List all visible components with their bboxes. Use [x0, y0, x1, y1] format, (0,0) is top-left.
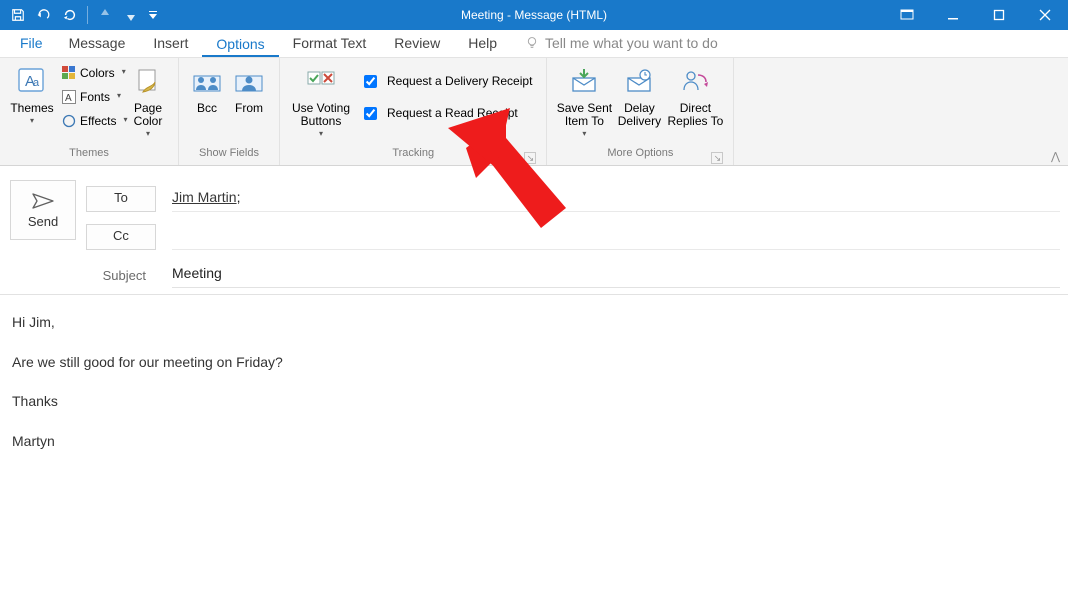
send-button[interactable]: Send	[10, 180, 76, 240]
group-label-more-options: More Options ↘	[555, 147, 725, 165]
window-controls	[884, 0, 1068, 30]
fonts-button[interactable]: A Fonts▾	[60, 86, 122, 108]
colors-button[interactable]: Colors▾	[60, 62, 122, 84]
fonts-label: Fonts	[80, 90, 110, 104]
undo-icon[interactable]	[32, 2, 56, 28]
body-line: Thanks	[12, 392, 1056, 412]
title-bar: Meeting - Message (HTML)	[0, 0, 1068, 30]
page-color-label: Page Color	[134, 102, 163, 128]
tab-message[interactable]: Message	[55, 30, 140, 57]
themes-button[interactable]: Aa Themes ▾	[8, 62, 56, 125]
redo-icon[interactable]	[58, 2, 82, 28]
group-label-show-fields: Show Fields	[187, 147, 271, 165]
effects-button[interactable]: Effects▾	[60, 110, 122, 132]
group-label-themes: Themes	[8, 147, 170, 165]
bcc-icon	[190, 64, 224, 98]
group-show-fields: Bcc From Show Fields	[179, 58, 280, 165]
tell-me-search[interactable]: Tell me what you want to do	[511, 30, 732, 57]
minimize-button[interactable]	[930, 0, 976, 30]
tab-format-text[interactable]: Format Text	[279, 30, 381, 57]
page-color-icon	[131, 64, 165, 98]
from-button[interactable]: From	[227, 62, 271, 115]
delivery-receipt-check[interactable]	[364, 75, 377, 88]
quick-access-toolbar	[0, 2, 161, 28]
save-sent-item-to-button[interactable]: Save Sent Item To ▾	[555, 62, 613, 138]
tell-me-label: Tell me what you want to do	[545, 35, 718, 51]
request-delivery-receipt-checkbox[interactable]: Request a Delivery Receipt	[358, 66, 534, 96]
maximize-button[interactable]	[976, 0, 1022, 30]
prev-item-icon[interactable]	[93, 2, 117, 28]
ribbon-options: Aa Themes ▾ Colors▾ A Fonts▾ Effects▾	[0, 58, 1068, 166]
direct-replies-to-button[interactable]: Direct Replies To	[665, 62, 725, 128]
delivery-receipt-label: Request a Delivery Receipt	[387, 74, 532, 88]
collapse-ribbon-icon[interactable]: ⋀	[1051, 150, 1060, 163]
body-line: Are we still good for our meeting on Fri…	[12, 353, 1056, 373]
compose-header: Send To Jim Martin; Cc Subject Meeting	[0, 166, 1068, 295]
group-more-options: Save Sent Item To ▾ Delay Delivery Direc…	[547, 58, 734, 165]
read-receipt-check[interactable]	[364, 107, 377, 120]
save-icon[interactable]	[6, 2, 30, 28]
tab-insert[interactable]: Insert	[139, 30, 202, 57]
tab-review[interactable]: Review	[380, 30, 454, 57]
use-voting-buttons[interactable]: Use Voting Buttons ▾	[288, 62, 354, 138]
effects-label: Effects	[80, 114, 116, 128]
themes-label: Themes	[10, 102, 53, 115]
chevron-down-icon: ▾	[30, 117, 34, 125]
direct-replies-label: Direct Replies To	[668, 102, 724, 128]
themes-icon: Aa	[15, 64, 49, 98]
tab-help[interactable]: Help	[454, 30, 511, 57]
bcc-label: Bcc	[197, 102, 217, 115]
voting-icon	[304, 64, 338, 98]
cc-field[interactable]	[172, 224, 1060, 250]
group-themes: Aa Themes ▾ Colors▾ A Fonts▾ Effects▾	[0, 58, 179, 165]
from-icon	[232, 64, 266, 98]
close-button[interactable]	[1022, 0, 1068, 30]
group-tracking: Use Voting Buttons ▾ Request a Delivery …	[280, 58, 547, 165]
to-field[interactable]: Jim Martin;	[172, 186, 1060, 212]
chevron-down-icon: ▾	[146, 130, 150, 138]
save-sent-label: Save Sent Item To	[557, 102, 612, 128]
next-item-icon[interactable]	[119, 2, 143, 28]
subject-field[interactable]: Meeting	[172, 262, 1060, 288]
from-label: From	[235, 102, 263, 115]
svg-text:a: a	[33, 77, 40, 89]
subject-label: Subject	[86, 268, 156, 283]
send-label: Send	[28, 214, 58, 229]
recipient-chip[interactable]: Jim Martin	[172, 189, 237, 205]
effects-icon	[62, 113, 76, 129]
voting-label: Use Voting Buttons	[292, 102, 350, 128]
qat-customize-icon[interactable]	[145, 2, 161, 28]
group-label-tracking: Tracking ↘	[288, 147, 538, 165]
cc-button[interactable]: Cc	[86, 224, 156, 250]
tab-options[interactable]: Options	[202, 31, 278, 58]
message-body[interactable]: Hi Jim, Are we still good for our meetin…	[0, 295, 1068, 489]
svg-text:A: A	[65, 93, 72, 104]
request-read-receipt-checkbox[interactable]: Request a Read Receipt	[358, 98, 534, 128]
colors-icon	[62, 65, 76, 81]
body-line: Hi Jim,	[12, 313, 1056, 333]
ribbon-tabs: File Message Insert Options Format Text …	[0, 30, 1068, 58]
send-icon	[31, 192, 55, 210]
delay-label: Delay Delivery	[618, 102, 661, 128]
page-color-button[interactable]: Page Color ▾	[126, 62, 170, 138]
read-receipt-label: Request a Read Receipt	[387, 106, 518, 120]
to-button[interactable]: To	[86, 186, 156, 212]
direct-replies-icon	[678, 64, 712, 98]
dialog-launcher-icon[interactable]: ↘	[711, 152, 723, 164]
colors-label: Colors	[80, 66, 115, 80]
chevron-down-icon: ▾	[319, 130, 323, 138]
chevron-down-icon: ▾	[582, 130, 586, 138]
ribbon-display-icon[interactable]	[884, 0, 930, 30]
lightbulb-icon	[525, 36, 539, 50]
save-sent-icon	[567, 64, 601, 98]
delay-icon	[622, 64, 656, 98]
dialog-launcher-icon[interactable]: ↘	[524, 152, 536, 164]
bcc-button[interactable]: Bcc	[187, 62, 227, 115]
tab-file[interactable]: File	[8, 30, 55, 57]
fonts-icon: A	[62, 89, 76, 105]
delay-delivery-button[interactable]: Delay Delivery	[613, 62, 665, 128]
body-line: Martyn	[12, 432, 1056, 452]
